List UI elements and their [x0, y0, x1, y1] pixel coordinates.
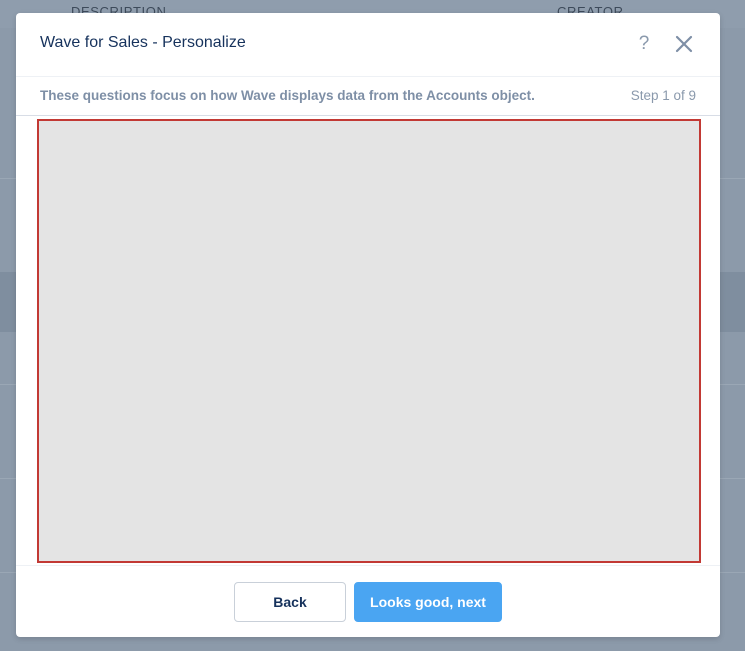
help-icon[interactable]: ? [632, 32, 656, 56]
modal-subheader: These questions focus on how Wave displa… [16, 77, 720, 116]
subheader-description: These questions focus on how Wave displa… [40, 88, 535, 103]
close-icon-glyph [675, 35, 693, 53]
next-button[interactable]: Looks good, next [354, 582, 502, 622]
close-icon[interactable] [672, 32, 696, 56]
modal-title: Wave for Sales - Personalize [40, 34, 246, 51]
modal-footer: Back Looks good, next [16, 565, 720, 638]
step-indicator: Step 1 of 9 [630, 88, 696, 103]
content-frame [37, 119, 701, 563]
personalize-modal: Wave for Sales - Personalize ? These que… [16, 13, 720, 637]
back-button[interactable]: Back [234, 582, 346, 622]
modal-header: Wave for Sales - Personalize ? [16, 13, 720, 77]
